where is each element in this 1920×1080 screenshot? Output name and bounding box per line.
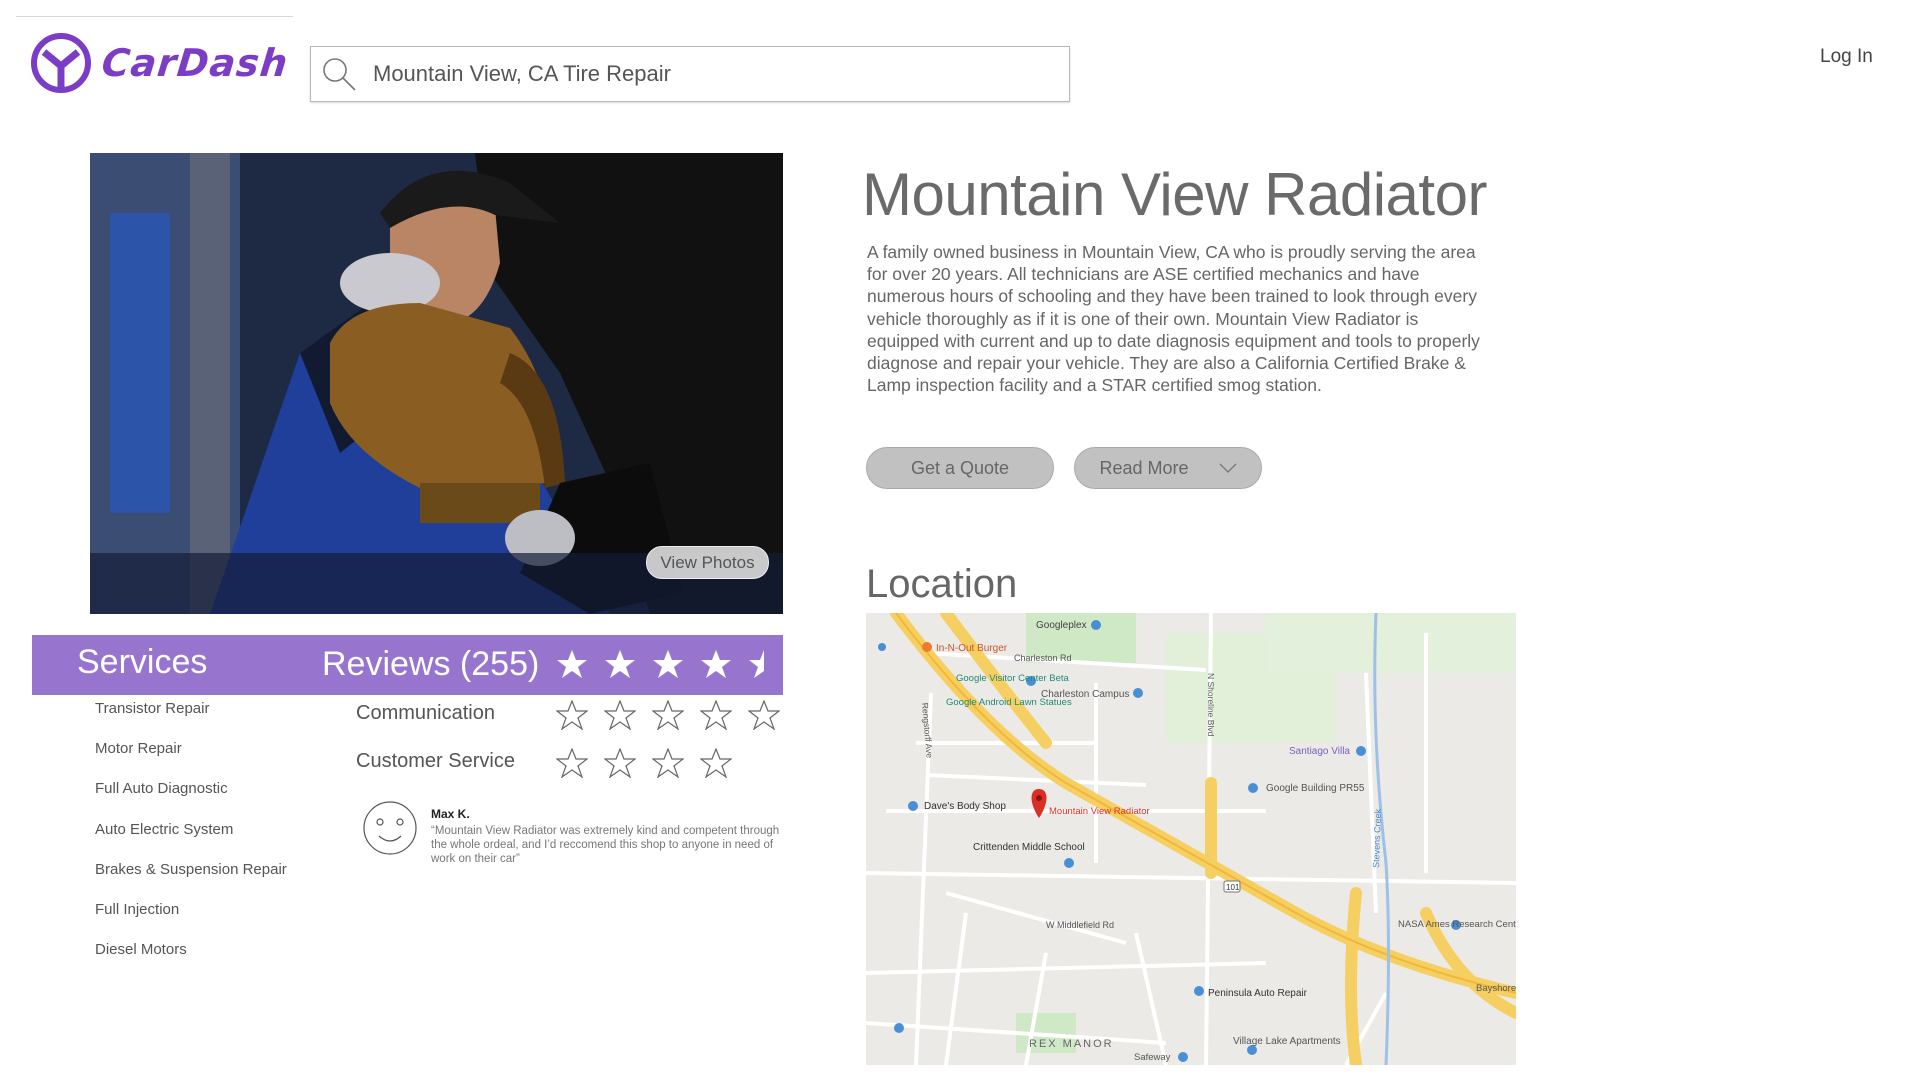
map-label-safeway: Safeway: [1134, 1052, 1171, 1063]
star-outline-icon: [556, 748, 588, 778]
map-label-shoreline: N Shoreline Blvd: [1206, 673, 1216, 737]
map-label-in-n-out: In-N-Out Burger: [936, 643, 1008, 654]
service-item[interactable]: Transistor Repair: [95, 700, 335, 740]
star-outline-icon: [604, 748, 636, 778]
map-label-nasa-ames: NASA Ames Research Center: [1398, 919, 1516, 930]
get-quote-button[interactable]: Get a Quote: [866, 447, 1054, 489]
map-label-crittenden: Crittenden Middle School: [973, 842, 1085, 853]
map-label-santiago-villa: Santiago Villa: [1289, 746, 1350, 757]
star-outline-icon: [748, 700, 780, 730]
cardash-logo-icon: [31, 33, 91, 93]
read-more-button[interactable]: Read More: [1074, 447, 1262, 489]
service-item[interactable]: Diesel Motors: [95, 941, 335, 981]
login-link[interactable]: Log In: [1820, 46, 1873, 68]
map-label-peninsula-auto: Peninsula Auto Repair: [1208, 988, 1308, 999]
map-label-stevens-creek: Stevens Creek: [1371, 808, 1383, 868]
map-label-charleston-rd: Charleston Rd: [1014, 653, 1072, 663]
chevron-down-icon: [1219, 463, 1236, 473]
map-label-hwy-101: 101: [1226, 883, 1240, 892]
star-outline-icon: [652, 700, 684, 730]
location-map[interactable]: Googleplex In-N-Out Burger Charleston Rd…: [866, 613, 1516, 1065]
star-outline-icon: [652, 748, 684, 778]
overall-rating-stars: [556, 649, 764, 679]
map-label-charleston-campus: Charleston Campus: [1041, 689, 1129, 700]
star-outline-icon: [700, 700, 732, 730]
map-label-bayshore: Bayshore: [1476, 983, 1516, 994]
rating-row-customer-service: Customer Service: [356, 748, 732, 778]
location-heading: Location: [866, 562, 1018, 606]
read-more-label: Read More: [1099, 457, 1189, 478]
star-outline-icon: [700, 748, 732, 778]
service-item[interactable]: Brakes & Suspension Repair: [95, 861, 335, 901]
map-label-middlefield: W Middlefield Rd: [1046, 920, 1114, 930]
business-description: A family owned business in Mountain View…: [867, 242, 1480, 396]
brand-logo[interactable]: CarDash: [30, 30, 291, 96]
map-label-google-building-pr55: Google Building PR55: [1266, 783, 1365, 794]
rating-label: Communication: [356, 702, 495, 724]
rating-label: Customer Service: [356, 750, 515, 772]
star-icon: [557, 650, 587, 678]
map-label-visitor-center: Google Visitor Center Beta: [956, 673, 1070, 684]
map-label-googleplex: Googleplex: [1036, 620, 1087, 631]
review-text: “Mountain View Radiator was extremely ki…: [431, 825, 780, 865]
view-photos-button[interactable]: View Photos: [646, 546, 769, 579]
mechanic-photo: [90, 153, 783, 614]
review-author: Max K.: [431, 807, 470, 821]
business-name: Mountain View Radiator: [862, 161, 1487, 228]
service-item[interactable]: Motor Repair: [95, 740, 335, 780]
business-photo[interactable]: View Photos: [90, 153, 783, 614]
smiley-avatar-icon: [363, 801, 417, 855]
brand-name: CarDash: [99, 41, 291, 85]
search-input[interactable]: [371, 60, 1015, 88]
services-list: Transistor Repair Motor Repair Full Auto…: [95, 700, 335, 981]
rating-stars[interactable]: [556, 748, 732, 778]
service-item[interactable]: Full Auto Diagnostic: [95, 780, 335, 820]
rating-stars[interactable]: [556, 700, 780, 730]
top-divider: [16, 16, 293, 17]
star-outline-icon: [604, 700, 636, 730]
tab-reviews[interactable]: Reviews (255): [322, 645, 539, 684]
star-outline-icon: [556, 700, 588, 730]
half-star-icon: [749, 650, 764, 678]
map-label-rex-manor: REX MANOR: [1029, 1038, 1114, 1050]
service-item[interactable]: Auto Electric System: [95, 821, 335, 861]
map-label-village-lake: Village Lake Apartments: [1233, 1036, 1341, 1047]
star-icon: [701, 650, 731, 678]
search-icon[interactable]: [319, 54, 359, 94]
service-item[interactable]: Full Injection: [95, 901, 335, 941]
map-label-mountain-view-radiator: Mountain View Radiator: [1049, 806, 1150, 817]
map-label-daves: Dave's Body Shop: [924, 801, 1006, 812]
search-bar[interactable]: [310, 46, 1070, 102]
get-quote-label: Get a Quote: [910, 457, 1010, 478]
tabs-band: Services Reviews (255): [32, 635, 783, 695]
star-icon: [653, 650, 683, 678]
star-icon: [605, 650, 635, 678]
rating-row-communication: Communication: [356, 700, 780, 730]
tab-services[interactable]: Services: [77, 643, 207, 682]
